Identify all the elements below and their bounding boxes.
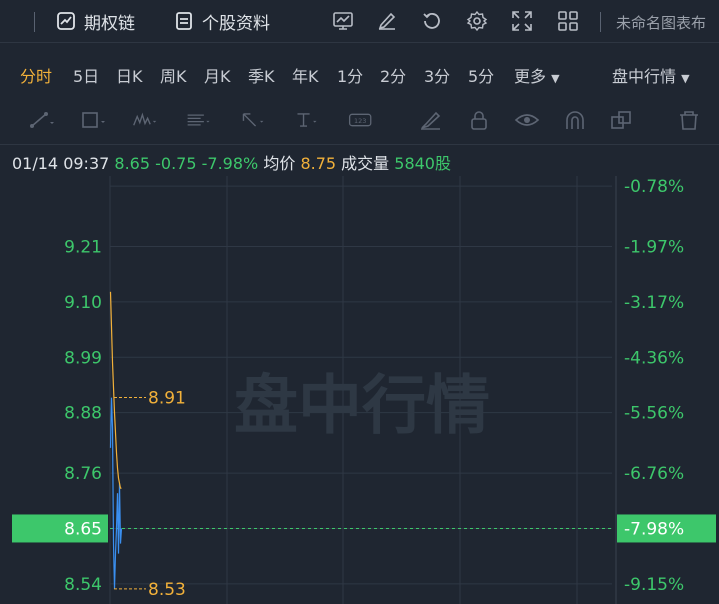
eye-icon[interactable] (514, 110, 540, 130)
session-select[interactable]: 盘中行情 ▼ (612, 63, 690, 87)
more-timeframes-button[interactable]: 更多 ▼ (514, 63, 560, 87)
gear-icon[interactable] (466, 10, 488, 32)
timeframe-bar: 分时 5日 日K 周K 月K 季K 年K 1分 2分 3分 5分 更多 ▼ 盘中… (0, 50, 719, 96)
quote-change: -0.75 (155, 154, 197, 173)
pct-tick-label: -5.56% (624, 404, 684, 424)
svg-text:123: 123 (354, 117, 366, 125)
top-toolbar: 期权链 个股资料 未命名图表布 (0, 0, 719, 43)
options-chain-button[interactable]: 期权链 (56, 10, 135, 34)
avg-price-label: 均价 (263, 154, 296, 173)
options-chain-label: 期权链 (84, 13, 135, 34)
text-tool-icon[interactable] (294, 110, 320, 130)
current-pct-label: -7.98% (624, 519, 684, 539)
tab-daily[interactable]: 日K (116, 63, 143, 87)
rectangle-tool-icon[interactable] (80, 110, 106, 130)
pct-tick-label: -4.36% (624, 348, 684, 368)
brush-tool-icon[interactable] (418, 110, 444, 130)
lock-icon[interactable] (467, 110, 493, 130)
divider (34, 12, 35, 32)
arrow-tool-icon[interactable] (240, 110, 266, 130)
volume-label: 成交量 (341, 154, 390, 173)
tab-5day[interactable]: 5日 (73, 63, 99, 87)
y-tick-label: 9.21 (64, 237, 102, 257)
quote-change-pct: -7.98% (201, 154, 259, 173)
y-tick-label: 9.10 (64, 293, 102, 313)
low-marker-label: 8.53 (148, 580, 186, 600)
document-icon (176, 12, 192, 30)
magnet-icon[interactable] (562, 110, 588, 130)
high-marker-label: 8.91 (148, 389, 186, 409)
quote-datetime: 01/14 09:37 (12, 154, 110, 173)
avg-price-value: 8.75 (300, 154, 337, 173)
y-tick-label: 8.99 (64, 348, 102, 368)
avg-price-series-line (109, 291, 122, 489)
layout-grid-icon[interactable] (557, 10, 579, 32)
more-label: 更多 (514, 67, 547, 86)
chart-watermark: 盘中行情 (234, 370, 490, 444)
y-tick-label: 8.54 (64, 575, 102, 595)
trendline-tool-icon[interactable] (28, 110, 54, 130)
pct-tick-label: -6.76% (624, 464, 684, 484)
pattern-tool-icon[interactable] (132, 110, 158, 130)
chart-layout-name[interactable]: 未命名图表布 (616, 12, 706, 33)
fibonacci-tool-icon[interactable] (186, 110, 212, 130)
quote-price: 8.65 (114, 154, 151, 173)
divider (600, 12, 601, 32)
trash-icon[interactable] (676, 110, 702, 130)
pct-tick-label: -3.17% (624, 293, 684, 313)
tab-3min[interactable]: 3分 (424, 63, 450, 87)
caret-down-icon: ▼ (551, 72, 560, 85)
y-tick-label: 8.88 (64, 404, 102, 424)
tab-5min[interactable]: 5分 (468, 63, 494, 87)
edit-icon[interactable] (376, 10, 398, 32)
drawing-toolbar: 123 (0, 96, 719, 145)
indicator-icon[interactable] (332, 10, 354, 32)
fullscreen-icon[interactable] (511, 10, 533, 32)
caret-down-icon: ▼ (681, 72, 690, 85)
current-price-label: 8.65 (64, 519, 102, 539)
tab-1min[interactable]: 1分 (337, 63, 363, 87)
pct-tick-label: -1.97% (624, 237, 684, 257)
pct-tick-label: -0.78% (624, 177, 684, 197)
session-label: 盘中行情 (612, 67, 677, 86)
price-label-tool-icon[interactable]: 123 (348, 110, 374, 130)
price-series-line (109, 397, 123, 589)
tab-yearly[interactable]: 年K (292, 63, 319, 87)
tab-weekly[interactable]: 周K (160, 63, 187, 87)
tab-intraday[interactable]: 分时 (20, 63, 52, 87)
refresh-icon[interactable] (421, 10, 443, 32)
y-tick-label: 8.76 (64, 464, 102, 484)
tab-2min[interactable]: 2分 (380, 63, 406, 87)
layers-icon[interactable] (609, 110, 635, 130)
pct-tick-label: -9.15% (624, 575, 684, 595)
chart-box-icon (57, 12, 75, 30)
tab-monthly[interactable]: 月K (204, 63, 231, 87)
stock-info-label: 个股资料 (202, 13, 270, 34)
tab-quarterly[interactable]: 季K (248, 63, 275, 87)
volume-value: 5840股 (394, 154, 451, 173)
stock-info-button[interactable]: 个股资料 (174, 10, 270, 34)
intraday-chart[interactable]: 盘中行情 9.21 9.10 8.99 8.88 8.76 8.54 -0.78% -1.97%… (0, 176, 719, 604)
quote-info-line: 01/14 09:37 8.65 -0.75 -7.98% 均价 8.75 成交… (12, 150, 451, 174)
